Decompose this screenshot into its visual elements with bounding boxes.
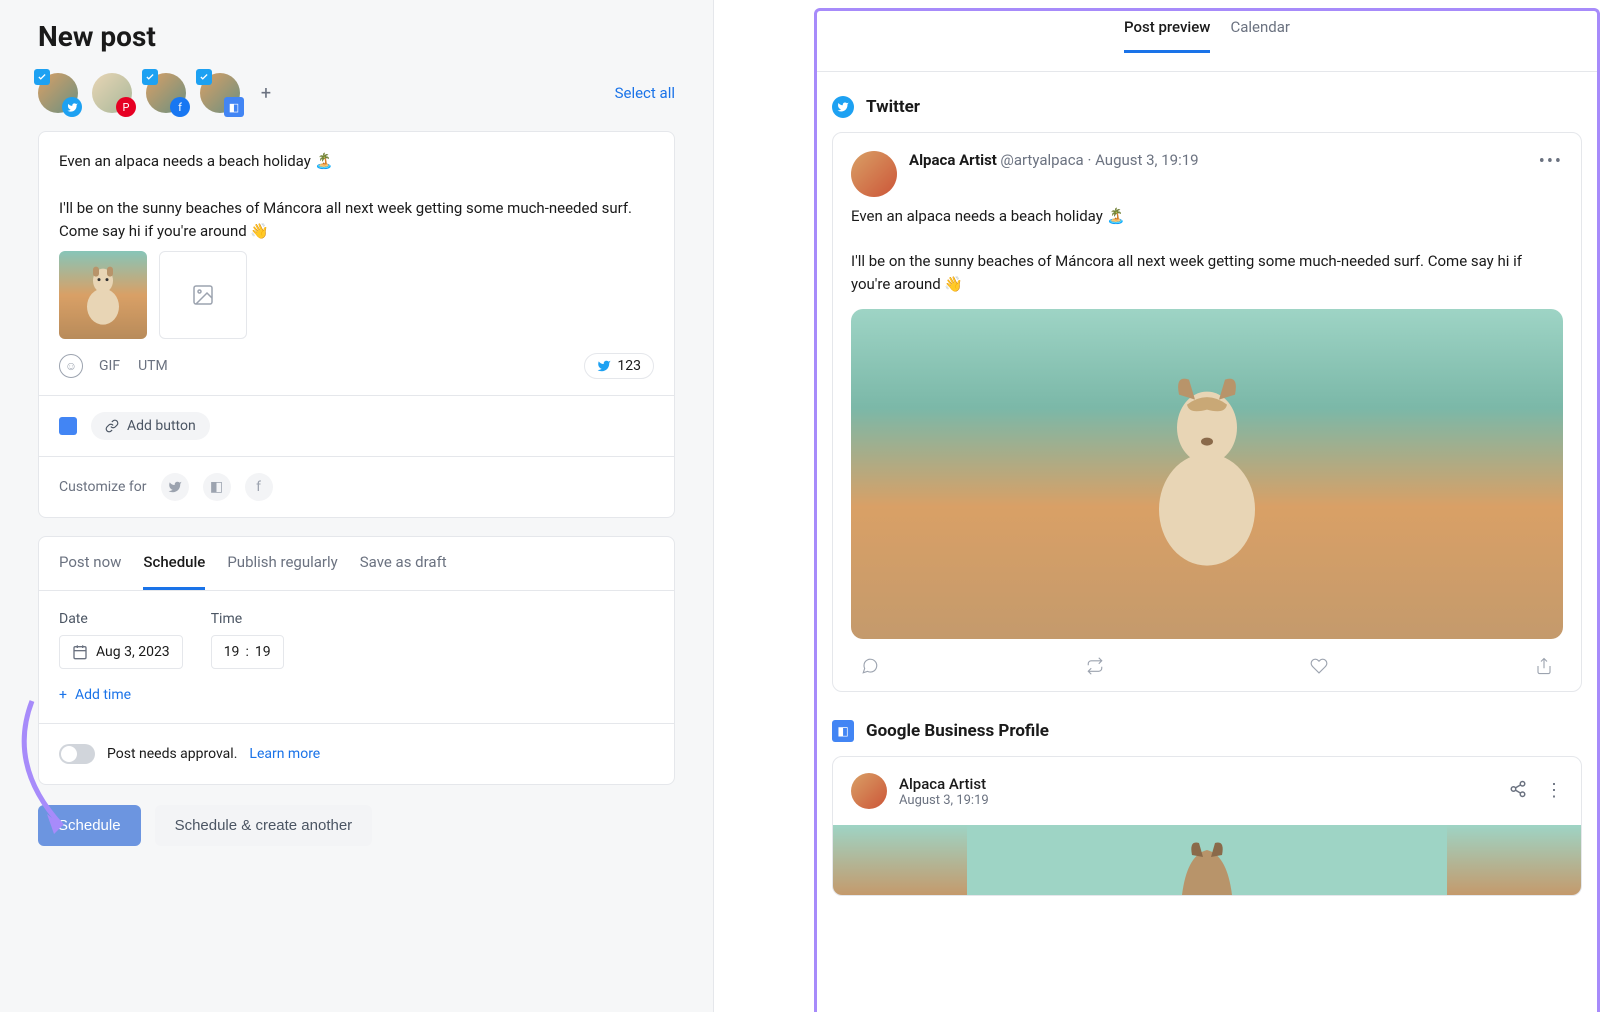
reply-button[interactable] [861,657,879,679]
add-button-label: Add button [127,418,196,434]
composer-card: Even an alpaca needs a beach holiday 🏝️ … [38,131,675,518]
twitter-section-title: Twitter [866,97,920,117]
utm-button[interactable]: UTM [136,354,170,378]
add-time-button[interactable]: + Add time [59,687,654,703]
post-text-input[interactable]: Even an alpaca needs a beach holiday 🏝️ … [39,132,674,251]
tab-publish-regularly[interactable]: Publish regularly [227,537,337,590]
char-count-value: 123 [617,358,641,374]
schedule-another-button[interactable]: Schedule & create another [155,805,373,846]
gbp-preview: Alpaca Artist August 3, 19:19 ⋮ [832,756,1582,896]
tab-post-now[interactable]: Post now [59,537,121,590]
gbp-icon: ◧ [224,97,244,117]
pinterest-icon: P [116,97,136,117]
like-button[interactable] [1310,657,1328,679]
tweet-handle: @artyalpaca · August 3, 19:19 [1000,151,1198,169]
tweet-avatar [851,151,897,197]
time-input[interactable]: 19 : 19 [211,635,284,669]
calendar-icon [72,644,88,660]
gbp-more-button[interactable]: ⋮ [1545,780,1563,802]
tab-calendar[interactable]: Calendar [1230,18,1290,53]
time-minute: 19 [255,644,271,660]
char-counter: 123 [584,353,654,379]
add-account-button[interactable]: + [254,81,278,105]
account-facebook[interactable]: f [146,73,186,113]
page-title: New post [38,20,675,53]
retweet-button[interactable] [1086,657,1104,679]
account-pinterest[interactable]: P [92,73,132,113]
customize-gbp[interactable]: ◧ [203,473,231,501]
select-all-link[interactable]: Select all [615,84,675,102]
gbp-author: Alpaca Artist [899,775,989,793]
gbp-share-button[interactable] [1509,780,1527,802]
twitter-icon [62,97,82,117]
gbp-avatar [851,773,887,809]
gbp-icon: ◧ [832,720,854,742]
tweet-image [851,309,1563,639]
add-button-action[interactable]: Add button [91,412,210,440]
gbp-section-title: Google Business Profile [866,721,1049,741]
date-input[interactable]: Aug 3, 2023 [59,635,183,669]
plus-icon: + [59,687,67,703]
approval-toggle[interactable] [59,744,95,764]
tweet-more-button[interactable]: ••• [1539,151,1563,172]
time-label: Time [211,611,284,627]
checkbox-checked-icon [34,69,50,85]
checkbox-checked-icon [196,69,212,85]
date-label: Date [59,611,183,627]
add-media-button[interactable] [159,251,247,339]
checkbox-checked-icon [142,69,158,85]
facebook-icon: f [170,97,190,117]
customize-twitter[interactable] [161,473,189,501]
tab-save-as-draft[interactable]: Save as draft [360,537,447,590]
emoji-button[interactable]: ☺ [59,354,83,378]
tab-post-preview[interactable]: Post preview [1124,18,1210,53]
share-button[interactable] [1535,657,1553,679]
media-thumbnail[interactable] [59,251,147,339]
schedule-button[interactable]: Schedule [38,805,141,846]
tweet-text: Even an alpaca needs a beach holiday 🏝️ … [851,205,1563,295]
tab-schedule[interactable]: Schedule [143,537,205,590]
gbp-image [833,825,1581,895]
time-hour: 19 [224,644,240,660]
gbp-timestamp: August 3, 19:19 [899,793,989,808]
twitter-icon [832,96,854,118]
tweet-author: Alpaca Artist [909,151,997,169]
account-gbp[interactable]: ◧ [200,73,240,113]
gbp-icon [59,417,77,435]
tweet-preview: Alpaca Artist @artyalpaca · August 3, 19… [832,132,1582,692]
approval-text: Post needs approval. [107,746,237,762]
customize-facebook[interactable]: f [245,473,273,501]
account-twitter[interactable] [38,73,78,113]
gif-button[interactable]: GIF [97,354,122,378]
learn-more-link[interactable]: Learn more [249,746,320,762]
date-value: Aug 3, 2023 [96,644,170,660]
customize-label: Customize for [59,479,147,495]
publish-card: Post now Schedule Publish regularly Save… [38,536,675,785]
